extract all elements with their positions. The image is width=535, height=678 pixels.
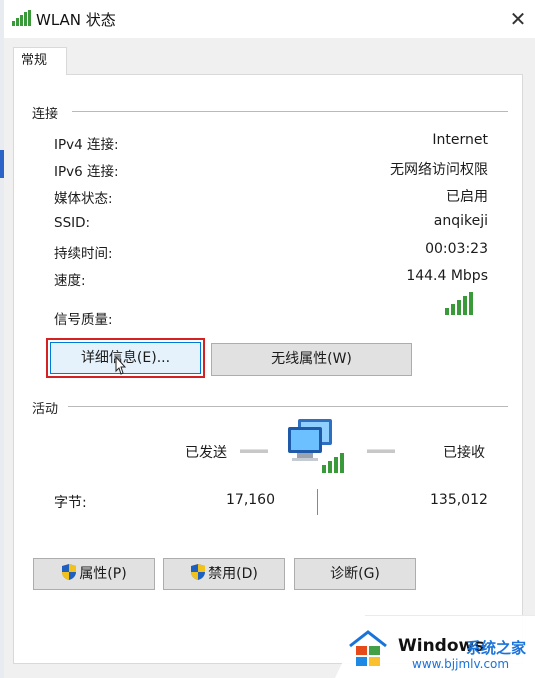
media-state-value: 已启用 xyxy=(446,189,488,205)
tab-general[interactable]: 常规 xyxy=(13,47,67,75)
watermark-url: www.bjjmlv.com xyxy=(412,657,510,671)
sent-connector-line xyxy=(240,449,268,453)
window-title: WLAN 状态 xyxy=(36,11,116,29)
speed-value: 144.4 Mbps xyxy=(406,268,488,284)
disable-button-label: 禁用(D) xyxy=(208,566,258,582)
properties-button-label: 属性(P) xyxy=(79,566,127,582)
ipv6-value: 无网络访问权限 xyxy=(390,162,488,178)
properties-button[interactable]: 属性(P) xyxy=(33,558,155,590)
received-label: 已接收 xyxy=(443,445,485,461)
network-computers-icon xyxy=(288,419,344,473)
windows-logo-icon xyxy=(349,630,387,666)
disable-button[interactable]: 禁用(D) xyxy=(163,558,285,590)
ipv6-label: IPv6 连接: xyxy=(54,164,119,180)
activity-group-label: 活动 xyxy=(32,402,59,417)
ssid-value: anqikeji xyxy=(433,213,488,229)
uac-shield-icon xyxy=(191,564,206,580)
media-state-label: 媒体状态: xyxy=(54,191,113,207)
activity-group-divider xyxy=(68,406,508,407)
signal-quality-label: 信号质量: xyxy=(54,312,113,328)
watermark-cn-name: 系统之家 xyxy=(466,639,527,657)
received-connector-line xyxy=(367,449,395,453)
sent-label: 已发送 xyxy=(185,445,227,461)
bytes-sent-value: 17,160 xyxy=(226,492,275,508)
mouse-cursor-icon xyxy=(115,356,127,375)
bytes-label: 字节: xyxy=(54,495,87,511)
bytes-received-value: 135,012 xyxy=(430,492,488,508)
bytes-divider xyxy=(317,489,318,515)
connection-group-label: 连接 xyxy=(32,107,59,122)
diagnose-button[interactable]: 诊断(G) xyxy=(294,558,416,590)
wifi-signal-icon xyxy=(12,10,31,26)
signal-strength-icon xyxy=(445,292,473,315)
duration-label: 持续时间: xyxy=(54,246,113,262)
ipv4-value: Internet xyxy=(432,132,488,148)
close-icon[interactable]: ✕ xyxy=(506,7,530,31)
wireless-properties-button[interactable]: 无线属性(W) xyxy=(211,343,412,376)
speed-label: 速度: xyxy=(54,273,86,289)
duration-value: 00:03:23 xyxy=(425,241,488,257)
connection-group-divider xyxy=(72,111,508,112)
ssid-label: SSID: xyxy=(54,215,91,231)
ipv4-label: IPv4 连接: xyxy=(54,137,119,153)
uac-shield-icon xyxy=(62,564,77,580)
